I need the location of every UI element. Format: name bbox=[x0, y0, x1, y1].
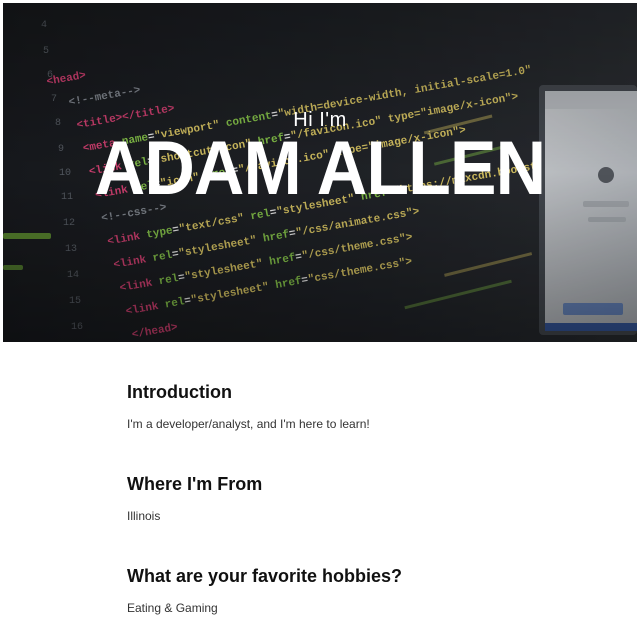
hero-banner: 4 5 6 7 8 9 10 11 12 13 14 15 16 <head> … bbox=[3, 3, 637, 342]
hero-name-title: ADAM ALLEN bbox=[94, 126, 546, 211]
page: 4 5 6 7 8 9 10 11 12 13 14 15 16 <head> … bbox=[0, 0, 640, 640]
section-introduction: Introduction I'm a developer/analyst, an… bbox=[127, 380, 587, 432]
main-content: Introduction I'm a developer/analyst, an… bbox=[127, 380, 587, 640]
section-text: I'm a developer/analyst, and I'm here to… bbox=[127, 417, 370, 431]
section-title: Introduction bbox=[127, 382, 232, 402]
section-where-from: Where I'm From Illinois bbox=[127, 472, 587, 524]
section-title: Where I'm From bbox=[127, 474, 263, 494]
section-text: Illinois bbox=[127, 509, 161, 523]
section-text: Eating & Gaming bbox=[127, 601, 218, 615]
section-hobbies: What are your favorite hobbies? Eating &… bbox=[127, 564, 587, 616]
hero-heading-group: Hi I'm ADAM ALLEN bbox=[3, 3, 637, 342]
section-title: What are your favorite hobbies? bbox=[127, 566, 403, 586]
